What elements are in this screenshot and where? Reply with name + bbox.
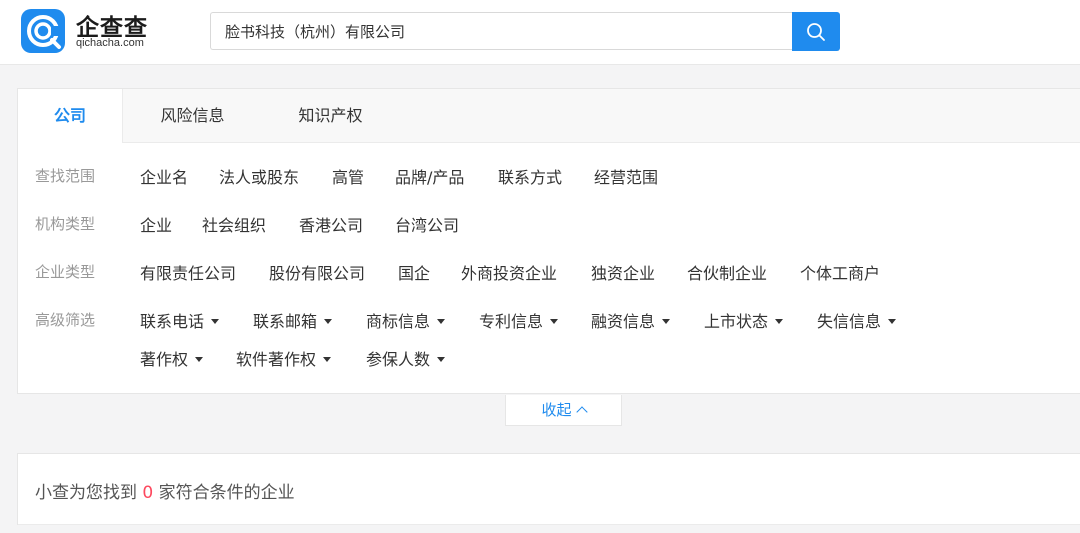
company-type-option[interactable]: 股份有限公司 bbox=[269, 260, 365, 284]
chevron-up-icon bbox=[575, 406, 588, 418]
collapse-label: 收起 bbox=[541, 401, 572, 419]
caret-down-icon bbox=[211, 319, 220, 324]
result-suffix: 家符合条件的企业 bbox=[153, 483, 295, 503]
caret-down-icon bbox=[775, 319, 784, 324]
result-text: 小查为您找到 0 家符合条件的企业 bbox=[35, 478, 295, 503]
search-icon bbox=[807, 23, 825, 41]
collapse-button[interactable]: 收起 bbox=[505, 395, 622, 426]
company-type-option[interactable]: 个体工商户 bbox=[800, 260, 880, 284]
caret-down-icon bbox=[662, 319, 671, 324]
company-type-option[interactable]: 独资企业 bbox=[591, 260, 655, 284]
dropdown-label: 融资信息 bbox=[591, 312, 656, 331]
org-type-option[interactable]: 社会组织 bbox=[202, 212, 266, 236]
dropdown-label: 参保人数 bbox=[366, 350, 431, 369]
advanced-filter-dropdown[interactable]: 上市状态 bbox=[704, 308, 784, 332]
scope-label: 查找范围 bbox=[35, 167, 96, 185]
company-type-option[interactable]: 外商投资企业 bbox=[461, 260, 557, 284]
caret-down-icon bbox=[195, 357, 204, 362]
top-header: 企查查 qichacha.com 脸书科技（杭州）有限公司 bbox=[0, 0, 1080, 65]
scope-option[interactable]: 经营范围 bbox=[594, 164, 658, 188]
caret-down-icon bbox=[437, 357, 446, 362]
advanced-filter-dropdown[interactable]: 著作权 bbox=[140, 346, 204, 370]
advanced-filter-dropdown[interactable]: 专利信息 bbox=[479, 308, 559, 332]
advanced-filter-dropdown[interactable]: 参保人数 bbox=[366, 346, 446, 370]
result-count: 0 bbox=[142, 483, 154, 503]
caret-down-icon bbox=[888, 319, 897, 324]
tab-company[interactable]: 公司 bbox=[18, 89, 123, 143]
dropdown-label: 上市状态 bbox=[704, 312, 769, 331]
dropdown-label: 软件著作权 bbox=[236, 350, 317, 369]
company-type-option[interactable]: 国企 bbox=[398, 260, 430, 284]
company-type-option[interactable]: 有限责任公司 bbox=[140, 260, 236, 284]
search-input[interactable]: 脸书科技（杭州）有限公司 bbox=[210, 12, 792, 50]
logo-domain: qichacha.com bbox=[76, 37, 144, 49]
advanced-filter-dropdown[interactable]: 联系邮箱 bbox=[253, 308, 333, 332]
advanced-filter-dropdown[interactable]: 商标信息 bbox=[366, 308, 446, 332]
divider bbox=[18, 524, 1080, 525]
advanced-filter-dropdown[interactable]: 联系电话 bbox=[140, 308, 220, 332]
scope-option[interactable]: 联系方式 bbox=[498, 164, 562, 188]
result-summary: 小查为您找到 0 家符合条件的企业 bbox=[17, 453, 1080, 525]
scope-option[interactable]: 高管 bbox=[332, 164, 364, 188]
search-button[interactable] bbox=[792, 12, 840, 51]
advanced-filter-dropdown[interactable]: 失信信息 bbox=[817, 308, 897, 332]
org-type-option[interactable]: 企业 bbox=[140, 212, 172, 236]
advanced-filter-dropdown[interactable]: 软件著作权 bbox=[236, 346, 332, 370]
org-type-label: 机构类型 bbox=[35, 215, 96, 233]
dropdown-label: 著作权 bbox=[140, 350, 189, 369]
tab-ip[interactable]: 知识产权 bbox=[283, 89, 378, 143]
qichacha-logo-icon[interactable] bbox=[21, 9, 65, 53]
org-type-option[interactable]: 香港公司 bbox=[299, 212, 363, 236]
scope-option[interactable]: 企业名 bbox=[140, 164, 188, 188]
scope-option[interactable]: 法人或股东 bbox=[219, 164, 299, 188]
filter-panel: 公司 风险信息 知识产权 查找范围 企业名 法人或股东 高管 品牌/产品 联系方… bbox=[17, 88, 1080, 394]
caret-down-icon bbox=[437, 319, 446, 324]
dropdown-label: 联系电话 bbox=[140, 312, 205, 331]
tab-risk-info[interactable]: 风险信息 bbox=[145, 89, 240, 143]
org-type-option[interactable]: 台湾公司 bbox=[395, 212, 459, 236]
dropdown-label: 联系邮箱 bbox=[253, 312, 318, 331]
caret-down-icon bbox=[550, 319, 559, 324]
dropdown-label: 商标信息 bbox=[366, 312, 431, 331]
company-type-label: 企业类型 bbox=[35, 263, 96, 281]
caret-down-icon bbox=[324, 319, 333, 324]
caret-down-icon bbox=[323, 357, 332, 362]
dropdown-label: 专利信息 bbox=[479, 312, 544, 331]
result-prefix: 小查为您找到 bbox=[35, 483, 143, 503]
scope-option[interactable]: 品牌/产品 bbox=[395, 164, 464, 188]
tab-bar: 公司 风险信息 知识产权 bbox=[18, 89, 1080, 143]
advanced-filter-dropdown[interactable]: 融资信息 bbox=[591, 308, 671, 332]
advanced-filter-label: 高级筛选 bbox=[35, 311, 96, 329]
company-type-option[interactable]: 合伙制企业 bbox=[687, 260, 767, 284]
dropdown-label: 失信信息 bbox=[817, 312, 882, 331]
